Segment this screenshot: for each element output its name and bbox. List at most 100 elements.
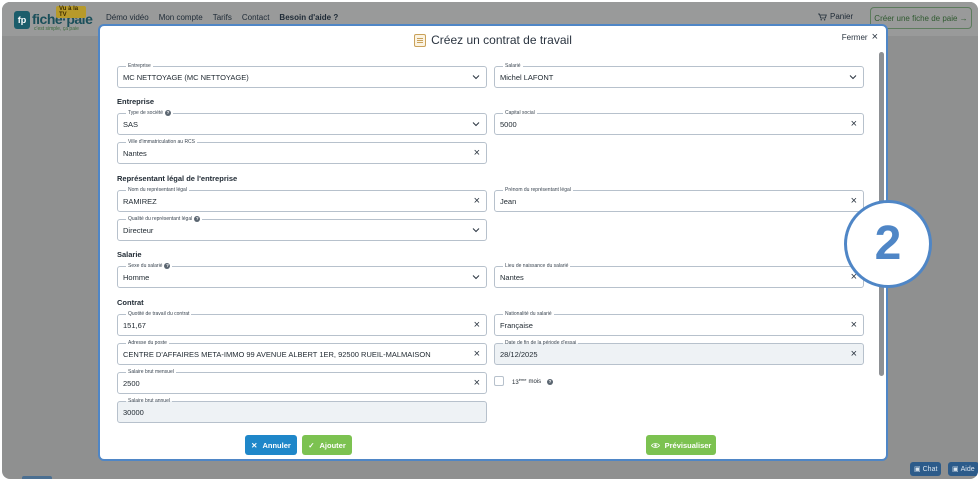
help-button[interactable]: ▣ Aide — [948, 462, 978, 476]
clear-icon[interactable]: × — [474, 195, 480, 207]
chat-icon: ▣ — [914, 466, 921, 473]
salaire-annuel-value: 30000 — [123, 408, 144, 417]
close-label: Fermer — [841, 32, 868, 42]
help-question-icon[interactable]: ? — [547, 379, 553, 385]
help-icon: ▣ — [952, 466, 959, 473]
salarie-value: Michel LAFONT — [500, 73, 554, 82]
sexe-salarie-value: Homme — [123, 273, 150, 282]
close-icon: ✕ — [251, 440, 258, 450]
ville-rcs-value: Nantes — [123, 149, 147, 158]
preview-button[interactable]: Prévisualiser — [646, 435, 716, 455]
chevron-down-icon — [849, 75, 857, 80]
quotite-travail-value: 151,67 — [123, 321, 146, 330]
cart-icon — [818, 13, 827, 20]
bottom-left-tab[interactable] — [22, 476, 52, 479]
salarie-select[interactable]: Salarié Michel LAFONT — [494, 62, 864, 88]
chevron-down-icon — [472, 75, 480, 80]
type-societe-select[interactable]: Type de société ? SAS — [117, 109, 487, 135]
step-number-badge: 2 — [844, 200, 932, 288]
prenom-representant-label: Prénom du représentant légal — [503, 186, 573, 194]
treizieme-suffix: mois — [528, 378, 542, 385]
salaire-mensuel-input[interactable]: Salaire brut mensuel 2500 × — [117, 368, 487, 394]
prenom-representant-value: Jean — [500, 197, 517, 206]
section-entreprise: Entreprise — [117, 97, 155, 106]
salaire-mensuel-value: 2500 — [123, 379, 140, 388]
nav-link-demo[interactable]: Démo vidéo — [106, 13, 149, 22]
date-fin-essai-input[interactable]: Date de fin de la période d'essai 28/12/… — [494, 339, 864, 365]
qualite-representant-label: Qualité du représentant légal ? — [126, 215, 203, 223]
nom-representant-input[interactable]: Nom du représentant légal RAMIREZ × — [117, 186, 487, 212]
adresse-poste-label: Adresse du poste — [126, 339, 169, 347]
nationalite-input[interactable]: Nationalité du salarié Française × — [494, 310, 864, 336]
treizieme-prefix: 13ème — [512, 377, 526, 386]
adresse-poste-input[interactable]: Adresse du poste CENTRE D'AFFAIRES META-… — [117, 339, 487, 365]
nom-representant-label: Nom du représentant légal — [126, 186, 189, 194]
chevron-down-icon — [472, 275, 480, 280]
section-salarie: Salarie — [117, 250, 142, 259]
clear-icon[interactable]: × — [851, 118, 857, 130]
sexe-salarie-label-text: Sexe du salarié — [128, 263, 163, 269]
chevron-down-icon — [472, 122, 480, 127]
brand-logo[interactable]: fp fiche·paie Vu à la TV c'est simple, ç… — [14, 6, 93, 32]
nav-link-help[interactable]: Besoin d'aide ? — [279, 13, 338, 22]
nav-link-pricing[interactable]: Tarifs — [213, 13, 232, 22]
adresse-poste-value: CENTRE D'AFFAIRES META-IMMO 99 AVENUE AL… — [123, 350, 431, 359]
contract-document-icon — [414, 33, 427, 47]
clear-icon[interactable]: × — [851, 195, 857, 207]
lieu-naissance-label: Lieu de naissance du salarié — [503, 262, 571, 270]
capital-social-value: 5000 — [500, 120, 517, 129]
help-question-icon[interactable]: ? — [164, 263, 171, 269]
nationalite-label: Nationalité du salarié — [503, 310, 554, 318]
close-button[interactable]: Fermer × — [841, 31, 878, 43]
sexe-salarie-label: Sexe du salarié ? — [126, 262, 173, 270]
ville-rcs-input[interactable]: Ville d'immatriculation au RCS Nantes × — [117, 138, 487, 164]
cart-link[interactable]: Panier — [818, 12, 853, 21]
entreprise-select[interactable]: Entreprise MC NETTOYAGE (MC NETTOYAGE) — [117, 62, 487, 88]
nav-link-account[interactable]: Mon compte — [159, 13, 203, 22]
type-societe-label: Type de société ? — [126, 109, 174, 117]
modal-title-text: Créez un contrat de travail — [431, 33, 572, 47]
eye-icon — [650, 442, 660, 448]
cart-label: Panier — [830, 12, 854, 21]
entreprise-value: MC NETTOYAGE (MC NETTOYAGE) — [123, 73, 249, 82]
sexe-salarie-select[interactable]: Sexe du salarié ? Homme — [117, 262, 487, 288]
cta-label: Créer une fiche de paie → — [874, 13, 968, 23]
help-question-icon[interactable]: ? — [194, 216, 201, 222]
add-button[interactable]: ✓ Ajouter — [302, 435, 352, 455]
qualite-representant-select[interactable]: Qualité du représentant légal ? Directeu… — [117, 215, 487, 241]
logo-mark-icon: fp — [14, 11, 30, 29]
entreprise-label: Entreprise — [126, 62, 153, 70]
clear-icon[interactable]: × — [474, 147, 480, 159]
chevron-down-icon — [472, 228, 480, 233]
nav-links: Démo vidéo Mon compte Tarifs Contact Bes… — [106, 13, 338, 22]
salaire-annuel-label: Salaire brut annuel — [126, 397, 172, 405]
close-icon: × — [871, 31, 878, 43]
clear-icon[interactable]: × — [474, 348, 480, 360]
cancel-button[interactable]: ✕ Annuler — [245, 435, 297, 455]
clear-icon[interactable]: × — [474, 377, 480, 389]
salaire-annuel-input: Salaire brut annuel 30000 — [117, 397, 487, 423]
quotite-travail-label: Quotité de travail du contrat — [126, 310, 192, 318]
qualite-representant-value: Directeur — [123, 226, 154, 235]
capital-social-label: Capital social — [503, 109, 537, 117]
type-societe-value: SAS — [123, 120, 139, 129]
treizieme-mois-label: 13ème mois — [512, 377, 541, 386]
treizieme-sup: ème — [518, 377, 527, 382]
chat-button[interactable]: ▣ Chat — [910, 462, 942, 476]
clear-icon[interactable]: × — [851, 319, 857, 331]
capital-social-input[interactable]: Capital social 5000 × — [494, 109, 864, 135]
help-label: Aide — [960, 465, 975, 473]
modal-title: Créez un contrat de travail — [100, 33, 886, 47]
lieu-naissance-input[interactable]: Lieu de naissance du salarié Nantes × — [494, 262, 864, 288]
nationalite-value: Française — [500, 321, 533, 330]
prenom-representant-input[interactable]: Prénom du représentant légal Jean × — [494, 186, 864, 212]
salaire-mensuel-label: Salaire brut mensuel — [126, 368, 176, 376]
treizieme-mois-checkbox[interactable] — [494, 376, 504, 386]
clear-icon[interactable]: × — [474, 319, 480, 331]
logo-tagline: c'est simple, ça paie — [34, 26, 79, 32]
clear-icon[interactable]: × — [851, 348, 857, 360]
quotite-travail-input[interactable]: Quotité de travail du contrat 151,67 × — [117, 310, 487, 336]
cancel-label: Annuler — [262, 440, 291, 450]
nav-link-contact[interactable]: Contact — [242, 13, 270, 22]
help-question-icon[interactable]: ? — [165, 110, 172, 116]
